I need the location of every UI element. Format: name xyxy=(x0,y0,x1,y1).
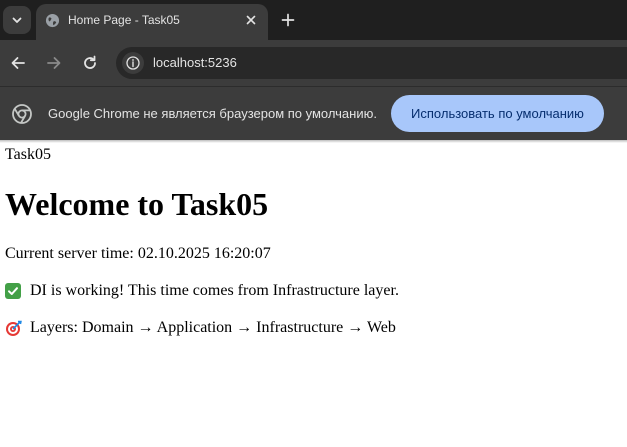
di-status-line: DI is working! This time comes from Infr… xyxy=(5,282,399,300)
back-arrow-icon xyxy=(11,57,25,69)
tab-search-button[interactable] xyxy=(3,6,31,34)
default-browser-infobar: Google Chrome не является браузером по у… xyxy=(0,86,627,140)
info-icon xyxy=(126,56,140,70)
layers-line: Layers: Domain → Application → Infrastru… xyxy=(5,319,396,337)
chevron-down-icon xyxy=(12,17,22,23)
tab-close-button[interactable] xyxy=(243,12,259,28)
chrome-icon xyxy=(12,104,32,124)
check-icon xyxy=(5,283,21,299)
forward-arrow-icon xyxy=(47,57,61,69)
tab-active[interactable]: Home Page - Task05 xyxy=(36,4,268,40)
infobar-shadow xyxy=(0,140,627,143)
layers-text: Layers: Domain → Application → Infrastru… xyxy=(30,319,396,336)
toolbar: localhost:5236 xyxy=(0,40,627,86)
forward-button[interactable] xyxy=(42,51,66,75)
plus-icon xyxy=(281,13,295,27)
di-status-text: DI is working! This time comes from Infr… xyxy=(30,282,399,299)
tab-title: Home Page - Task05 xyxy=(68,13,180,27)
address-bar[interactable]: localhost:5236 xyxy=(116,47,627,79)
set-default-button[interactable]: Использовать по умолчанию xyxy=(391,95,604,132)
tab-strip: Home Page - Task05 xyxy=(0,0,627,40)
reload-icon xyxy=(84,55,96,69)
new-tab-button[interactable] xyxy=(278,10,298,30)
server-time-text: Current server time: 02.10.2025 16:20:07 xyxy=(5,245,271,262)
reload-button[interactable] xyxy=(78,51,102,75)
infobar-message: Google Chrome не является браузером по у… xyxy=(48,106,377,121)
navbar-brand-link[interactable]: Task05 xyxy=(5,146,51,164)
close-icon xyxy=(246,15,256,25)
globe-icon xyxy=(45,13,60,28)
back-button[interactable] xyxy=(6,51,30,75)
site-info-button[interactable] xyxy=(122,52,144,74)
page-heading: Welcome to Task05 xyxy=(5,186,269,222)
target-icon xyxy=(5,320,22,337)
url-text: localhost:5236 xyxy=(153,55,237,70)
